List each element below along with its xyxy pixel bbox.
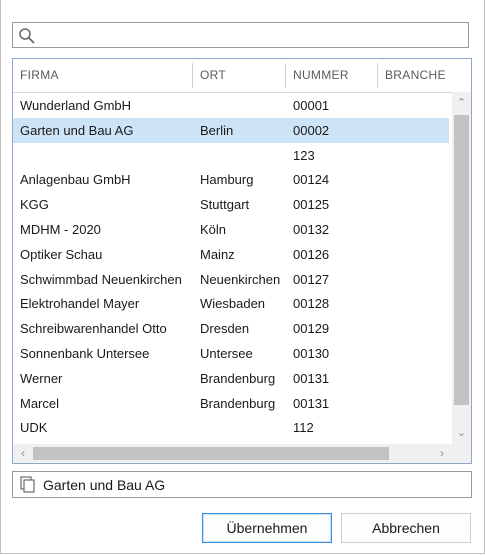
table-row[interactable]: Werner Brandenburg 00131 <box>13 366 449 391</box>
scroll-up-icon[interactable]: ⌃ <box>452 94 471 112</box>
cell-firma: Elektrohandel Mayer <box>20 296 140 312</box>
cell-nummer: 00130 <box>293 346 330 361</box>
table-header: FIRMA ORT NUMMER BRANCHE <box>13 59 471 93</box>
cell-nummer: 00128 <box>293 296 330 312</box>
cell-nummer: 112 <box>293 420 314 436</box>
table-row[interactable]: Anlagenbau GmbH Hamburg 00124 <box>13 167 449 192</box>
accept-button[interactable]: Übernehmen <box>202 513 332 543</box>
scroll-down-icon[interactable]: ⌄ <box>452 424 471 442</box>
cell-branche <box>385 316 449 341</box>
table-row[interactable]: 123 <box>13 143 449 168</box>
column-header-ort[interactable]: ORT <box>193 59 285 92</box>
scrollbar-corner <box>452 444 471 463</box>
cell-ort <box>200 415 286 440</box>
cell-nummer: 00131 <box>293 395 330 411</box>
cell-ort: Stuttgart <box>200 197 250 213</box>
vertical-scroll-thumb[interactable] <box>454 115 469 405</box>
column-header-branche[interactable]: BRANCHE <box>378 59 471 92</box>
company-table: FIRMA ORT NUMMER BRANCHE Wunderland GmbH… <box>12 58 472 464</box>
cell-firma <box>20 143 192 168</box>
cell-ort: Köln <box>200 222 227 237</box>
table-row[interactable]: Schreibwarenhandel Otto Dresden 00129 <box>13 316 449 341</box>
horizontal-scroll-thumb[interactable] <box>33 447 389 460</box>
table-row[interactable]: UDK 112 <box>13 415 449 440</box>
selected-company-field: Garten und Bau AG <box>12 471 472 498</box>
cell-firma: Anlagenbau GmbH <box>20 172 131 188</box>
cell-firma: Sonnenbank Untersee <box>20 346 150 361</box>
scroll-right-icon[interactable]: › <box>433 444 451 463</box>
search-input[interactable] <box>41 25 465 47</box>
cell-branche <box>385 291 449 316</box>
cell-nummer: 00126 <box>293 246 330 262</box>
cell-branche <box>385 93 449 118</box>
cell-nummer: 00001 <box>293 98 330 113</box>
cell-ort: Wiesbaden <box>200 296 266 312</box>
cell-ort: Berlin <box>200 122 234 138</box>
cell-branche <box>385 341 449 366</box>
cell-branche <box>385 267 449 292</box>
cell-firma: Werner <box>20 370 63 386</box>
cell-ort: Hamburg <box>200 172 254 188</box>
table-row[interactable]: KGG Stuttgart 00125 <box>13 192 449 217</box>
scroll-left-icon[interactable]: ‹ <box>14 444 32 463</box>
horizontal-scrollbar[interactable]: ‹ › <box>13 444 452 463</box>
table-row[interactable]: Marcel Brandenburg 00131 <box>13 391 449 416</box>
cell-firma: Schwimmbad Neuenkirchen <box>20 271 182 287</box>
cell-branche <box>385 167 449 192</box>
cell-ort: Dresden <box>200 321 250 337</box>
cell-ort <box>200 93 286 118</box>
cell-nummer: 00125 <box>293 197 330 213</box>
cell-nummer: 123 <box>293 147 315 163</box>
cell-nummer: 00132 <box>293 222 330 237</box>
search-icon <box>18 27 36 45</box>
cell-firma: Optiker Schau <box>20 246 103 262</box>
cell-ort: Neuenkirchen <box>200 271 281 287</box>
table-row[interactable]: Elektrohandel Mayer Wiesbaden 00128 <box>13 291 449 316</box>
cell-branche <box>385 143 449 168</box>
cell-ort: Untersee <box>200 346 253 361</box>
table-row[interactable]: Garten und Bau AG Berlin 00002 <box>13 117 449 143</box>
cell-ort: Mainz <box>200 246 235 262</box>
vertical-scrollbar[interactable]: ⌃ ⌄ <box>452 92 471 444</box>
cell-nummer: 00002 <box>293 122 330 138</box>
table-row[interactable]: Wunderland GmbH 00001 <box>13 93 449 118</box>
table-row[interactable]: Schwimmbad Neuenkirchen Neuenkirchen 00127 <box>13 267 449 292</box>
cell-ort <box>200 143 286 168</box>
copy-icon <box>20 476 36 494</box>
cell-firma: Schreibwarenhandel Otto <box>20 321 167 337</box>
cell-nummer: 00127 <box>293 271 330 287</box>
cancel-button[interactable]: Abbrechen <box>341 513 471 543</box>
cell-branche <box>385 391 449 416</box>
selected-company-value: Garten und Bau AG <box>43 477 166 493</box>
cell-branche <box>385 192 449 217</box>
cell-firma: UDK <box>20 420 48 436</box>
cell-firma: Garten und Bau AG <box>20 122 134 138</box>
cell-ort: Brandenburg <box>200 370 276 386</box>
cell-firma: MDHM - 2020 <box>20 222 101 237</box>
column-header-nummer[interactable]: NUMMER <box>286 59 377 92</box>
cell-firma: Marcel <box>20 395 60 411</box>
cell-nummer: 00124 <box>293 172 330 188</box>
cell-branche <box>385 415 449 440</box>
cell-nummer: 00129 <box>293 321 330 337</box>
cell-branche <box>385 217 449 242</box>
cell-nummer: 00131 <box>293 370 330 386</box>
cell-branche <box>385 242 449 267</box>
cell-ort: Brandenburg <box>200 395 276 411</box>
cell-branche <box>385 366 449 391</box>
cell-firma: Wunderland GmbH <box>20 98 132 113</box>
table-row[interactable]: MDHM - 2020 Köln 00132 <box>13 217 449 242</box>
table-row[interactable]: Optiker Schau Mainz 00126 <box>13 242 449 267</box>
table-row[interactable]: Sonnenbank Untersee Untersee 00130 <box>13 341 449 366</box>
search-box[interactable] <box>12 22 469 48</box>
cell-firma: KGG <box>20 197 49 213</box>
cell-branche <box>385 118 449 143</box>
column-header-firma[interactable]: FIRMA <box>13 59 192 92</box>
